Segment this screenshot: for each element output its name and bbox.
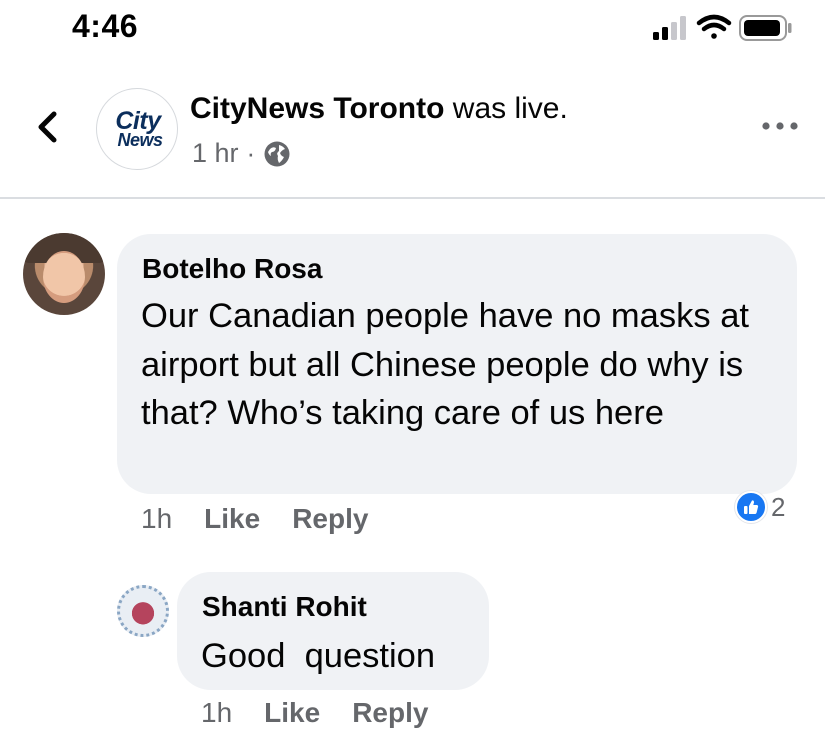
logo-line1: City bbox=[115, 106, 161, 135]
page-name-link[interactable]: CityNews Toronto bbox=[190, 92, 444, 125]
reply-time[interactable]: 1h bbox=[201, 697, 232, 729]
comment-actions: 1h Like Reply bbox=[141, 503, 400, 535]
more-options-icon[interactable] bbox=[760, 114, 800, 138]
post-action-text: was live. bbox=[444, 92, 568, 125]
globe-icon bbox=[264, 141, 290, 166]
post-meta: 1 hr · bbox=[192, 138, 291, 169]
reply-text: Good question bbox=[201, 637, 436, 675]
reply-author[interactable]: Shanti Rohit bbox=[202, 591, 367, 623]
status-time: 4:46 bbox=[72, 8, 139, 44]
meta-separator: · bbox=[246, 138, 256, 168]
cellular-signal-icon bbox=[653, 16, 686, 40]
post-time[interactable]: 1 hr bbox=[192, 138, 239, 169]
wifi-icon bbox=[696, 14, 732, 39]
status-icons bbox=[653, 14, 792, 41]
reaction-count: 2 bbox=[771, 491, 786, 522]
like-reaction-icon bbox=[735, 491, 767, 523]
reply-avatar[interactable] bbox=[117, 585, 169, 637]
logo-line2: News bbox=[117, 130, 163, 151]
reply-actions: 1h Like Reply bbox=[201, 697, 460, 729]
citynews-logo[interactable]: City News bbox=[96, 88, 178, 170]
comment-author[interactable]: Botelho Rosa bbox=[142, 253, 322, 285]
commenter-avatar[interactable] bbox=[23, 233, 105, 315]
reply-reply-button[interactable]: Reply bbox=[352, 697, 428, 729]
facebook-comments-screen: 4:46 City News CityNews Toronto was live… bbox=[0, 0, 825, 742]
like-button[interactable]: Like bbox=[204, 503, 260, 535]
header-divider bbox=[0, 197, 825, 199]
comment-time[interactable]: 1h bbox=[141, 503, 172, 535]
battery-icon bbox=[739, 15, 792, 41]
reply-button[interactable]: Reply bbox=[292, 503, 368, 535]
post-header-line: CityNews Toronto was live. bbox=[190, 92, 568, 126]
back-chevron-icon[interactable] bbox=[30, 104, 66, 150]
reaction-summary[interactable]: 2 bbox=[735, 489, 785, 525]
reply-like-button[interactable]: Like bbox=[264, 697, 320, 729]
comment-text: Our Canadian people have no masks at air… bbox=[141, 297, 749, 432]
